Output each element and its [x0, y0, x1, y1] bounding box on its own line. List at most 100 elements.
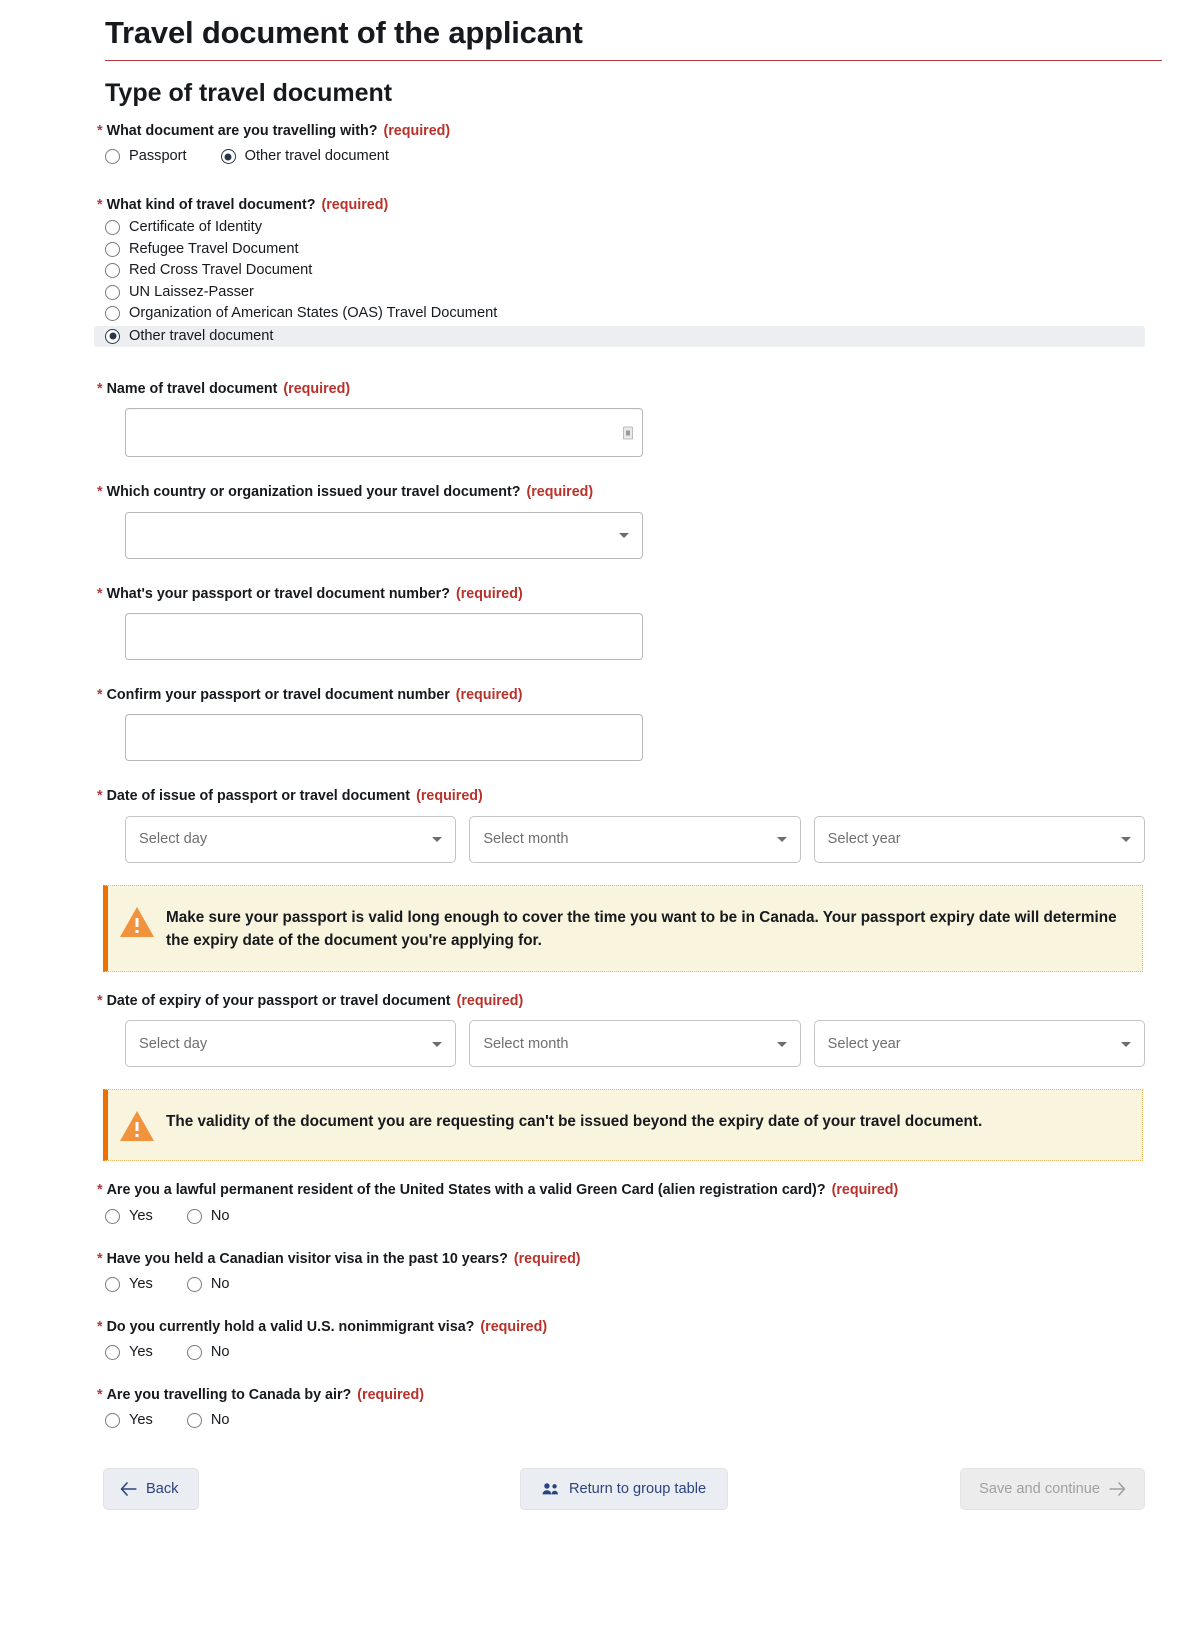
- required-asterisk: *: [97, 585, 103, 602]
- radio-group-green-card: Yes No: [97, 1203, 1145, 1230]
- issue-year-select[interactable]: Select year: [813, 815, 1145, 863]
- radio-by-air-yes[interactable]: Yes: [97, 1411, 153, 1430]
- warning-triangle-icon: [120, 906, 154, 937]
- required-tag: (required): [456, 993, 524, 1010]
- issuing-country-select[interactable]: [125, 511, 643, 559]
- question-document-kind: * What kind of travel document? (required)…: [94, 196, 1145, 347]
- radio-circle-icon: [105, 263, 120, 279]
- radio-label: UN Laissez-Passer: [129, 283, 254, 300]
- question-text: Which country or organization issued you…: [106, 484, 521, 501]
- radio-refugee-travel-document[interactable]: Refugee Travel Document: [97, 240, 1145, 259]
- radio-circle-icon: [186, 1345, 202, 1361]
- arrow-left-icon: [120, 1482, 137, 1497]
- question-text: Date of issue of passport or travel docu…: [106, 788, 411, 805]
- question-document-name: * Name of travel document (required): [97, 380, 1145, 458]
- question-us-visa: * Do you currently hold a valid U.S. noni…: [97, 1318, 1145, 1366]
- radio-other-travel-document-kind[interactable]: Other travel document: [94, 325, 1145, 347]
- question-green-card: * Are you a lawful permanent resident of …: [97, 1181, 1145, 1229]
- content-wrapper: Travel document of the applicant Type of…: [55, 14, 1162, 1512]
- radio-circle-icon: [105, 284, 120, 300]
- warning-dot: [135, 1134, 139, 1138]
- title-divider: [105, 60, 1162, 62]
- document-number-confirm-input[interactable]: [125, 714, 643, 762]
- radio-circle-icon: [186, 1208, 202, 1224]
- radio-label: Yes: [129, 1344, 153, 1361]
- radio-us-visa-yes[interactable]: Yes: [97, 1343, 153, 1362]
- required-asterisk: *: [97, 686, 103, 703]
- expiry-year-select[interactable]: Select year: [813, 1020, 1145, 1068]
- question-text: Name of travel document: [106, 381, 278, 398]
- question-label: * Are you a lawful permanent resident of …: [97, 1181, 1145, 1200]
- radio-circle-icon: [105, 328, 120, 344]
- required-tag: (required): [455, 686, 523, 703]
- required-tag: (required): [283, 381, 351, 398]
- required-asterisk: *: [97, 1182, 103, 1199]
- radio-circle-icon: [105, 1208, 120, 1224]
- form-button-bar: Back Return to group table Save and cont…: [103, 1466, 1145, 1512]
- radio-label: Passport: [129, 148, 187, 165]
- expiry-month-select[interactable]: Select month: [469, 1020, 801, 1068]
- required-tag: (required): [321, 197, 389, 214]
- radio-oas-travel-document[interactable]: Organization of American States (OAS) Tr…: [97, 304, 1145, 323]
- required-asterisk: *: [97, 1250, 103, 1267]
- question-text: What's your passport or travel document …: [106, 585, 450, 602]
- radio-passport[interactable]: Passport: [97, 147, 187, 166]
- radio-label: Refugee Travel Document: [129, 240, 299, 257]
- radio-circle-icon: [186, 1413, 202, 1429]
- radio-visitor-visa-yes[interactable]: Yes: [97, 1275, 153, 1294]
- question-text: Date of expiry of your passport or trave…: [106, 993, 451, 1010]
- radio-green-card-yes[interactable]: Yes: [97, 1207, 153, 1226]
- radio-label: No: [210, 1344, 230, 1361]
- issue-month-select[interactable]: Select month: [469, 815, 801, 863]
- question-label: * What's your passport or travel document…: [97, 585, 1145, 604]
- issue-day-select[interactable]: Select day: [125, 815, 457, 863]
- chevron-down-icon: [432, 1041, 443, 1047]
- radio-label: No: [210, 1207, 230, 1224]
- users-group-icon: [542, 1482, 560, 1496]
- question-document-type: * What document are you travelling with? (…: [97, 122, 1145, 170]
- question-text: What kind of travel document?: [106, 197, 316, 214]
- question-label: * Date of issue of passport or travel doc…: [97, 787, 1145, 806]
- required-asterisk: *: [97, 788, 103, 805]
- radio-label: Yes: [129, 1412, 153, 1429]
- return-to-group-table-button[interactable]: Return to group table: [519, 1468, 729, 1511]
- question-label: * Name of travel document (required): [97, 380, 1145, 399]
- select-placeholder: Select month: [483, 831, 569, 848]
- alert-icon-wrap: [108, 1109, 166, 1142]
- radio-circle-icon: [186, 1276, 202, 1292]
- radio-circle-icon: [220, 149, 236, 165]
- alert-document-validity: The validity of the document you are req…: [103, 1089, 1143, 1162]
- alert-passport-validity: Make sure your passport is valid long en…: [103, 884, 1143, 973]
- select-placeholder: Select month: [483, 1035, 569, 1052]
- page-title: Travel document of the applicant: [105, 15, 583, 50]
- document-name-input[interactable]: [125, 408, 643, 458]
- save-and-continue-button[interactable]: Save and continue: [960, 1468, 1145, 1511]
- back-button[interactable]: Back: [103, 1468, 200, 1511]
- question-text: Confirm your passport or travel document…: [106, 686, 450, 703]
- question-label: * Which country or organization issued yo…: [97, 483, 1145, 502]
- question-date-of-expiry: * Date of expiry of your passport or trav…: [97, 992, 1145, 1068]
- question-text: Are you travelling to Canada by air?: [106, 1387, 352, 1404]
- radio-certificate-of-identity[interactable]: Certificate of Identity: [97, 218, 1145, 237]
- radio-circle-icon: [105, 306, 120, 322]
- question-label: * What kind of travel document? (required): [97, 196, 1145, 215]
- document-number-input[interactable]: [125, 612, 643, 660]
- radio-green-card-no[interactable]: No: [179, 1207, 230, 1226]
- warning-bang: [135, 917, 139, 927]
- radio-by-air-no[interactable]: No: [179, 1411, 229, 1430]
- radio-us-visa-no[interactable]: No: [179, 1343, 230, 1362]
- radio-visitor-visa-no[interactable]: No: [179, 1275, 229, 1294]
- alert-icon-wrap: [108, 905, 166, 937]
- question-visitor-visa: * Have you held a Canadian visitor visa i…: [97, 1250, 1145, 1298]
- question-label: * Date of expiry of your passport or trav…: [97, 992, 1145, 1011]
- radio-un-laissez-passer[interactable]: UN Laissez-Passer: [97, 283, 1145, 302]
- radio-label: Certificate of Identity: [129, 219, 263, 236]
- required-tag: (required): [383, 123, 451, 140]
- radio-group-visitor-visa: Yes No: [97, 1271, 1145, 1298]
- radio-other-travel-document[interactable]: Other travel document: [213, 147, 389, 166]
- radio-red-cross-travel-document[interactable]: Red Cross Travel Document: [97, 261, 1145, 280]
- radio-circle-icon: [105, 1413, 120, 1429]
- radio-label: Other travel document: [129, 327, 274, 344]
- radio-label: Red Cross Travel Document: [129, 262, 313, 279]
- expiry-day-select[interactable]: Select day: [125, 1020, 457, 1068]
